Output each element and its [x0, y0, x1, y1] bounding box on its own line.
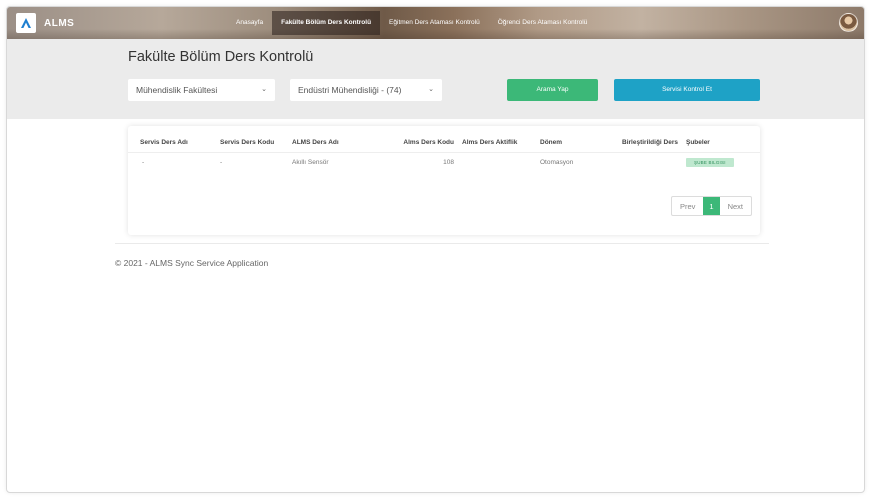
pagination: Prev 1 Next	[670, 196, 752, 216]
user-avatar[interactable]	[839, 13, 858, 32]
branch-info-badge[interactable]: ŞUBE BILGISI	[686, 157, 734, 167]
nav-item-instructor-assignment-check[interactable]: Eğitmen Ders Ataması Kontrolü	[380, 11, 489, 35]
results-card: Servis Ders Adı Servis Ders Kodu ALMS De…	[128, 126, 760, 235]
faculty-select[interactable]: Mühendislik Fakültesi ⌄	[128, 79, 275, 101]
check-service-button[interactable]: Servisi Kontrol Et	[614, 79, 760, 101]
footer-text: © 2021 - ALMS Sync Service Application	[115, 258, 269, 268]
column-header: Birleştirildiği Ders	[618, 126, 682, 153]
page-title: Fakülte Bölüm Ders Kontrolü	[128, 49, 314, 65]
main-menu: Anasayfa Fakülte Bölüm Ders Kontrolü Eği…	[227, 7, 596, 39]
results-table: Servis Ders Adı Servis Ders Kodu ALMS De…	[128, 126, 760, 172]
column-header: ALMS Ders Adı	[288, 126, 388, 153]
table-header-row: Servis Ders Adı Servis Ders Kodu ALMS De…	[128, 126, 760, 153]
faculty-select-value: Mühendislik Fakültesi	[136, 85, 218, 95]
table-row: - - Akıllı Sensör 108 Otomasyon ŞUBE BIL…	[128, 152, 760, 172]
pagination-page-current[interactable]: 1	[703, 197, 720, 215]
cell-servis-ders-kodu: -	[220, 158, 223, 166]
cell-servis-ders-adi: -	[142, 158, 145, 166]
cell-alms-ders-adi: Akıllı Sensör	[292, 158, 329, 166]
search-button[interactable]: Arama Yap	[507, 79, 598, 101]
nav-item-home[interactable]: Anasayfa	[227, 11, 272, 35]
column-header: Şubeler	[682, 126, 760, 153]
cell-alms-ders-kodu: 108	[443, 158, 454, 166]
cell-birlestirildigi-ders	[618, 152, 682, 172]
column-header: Alms Ders Aktiflik	[458, 126, 536, 153]
chevron-down-icon: ⌄	[261, 86, 267, 93]
brand-name: ALMS	[44, 17, 75, 29]
nav-item-faculty-course-check[interactable]: Fakülte Bölüm Ders Kontrolü	[272, 11, 381, 35]
department-select-value: Endüstri Mühendisliği - (74)	[298, 85, 402, 95]
filter-header: Fakülte Bölüm Ders Kontrolü Mühendislik …	[7, 39, 864, 119]
column-header: Alms Ders Kodu	[388, 126, 458, 153]
pagination-next[interactable]: Next	[720, 197, 751, 215]
brand[interactable]: ALMS	[16, 13, 74, 33]
department-select[interactable]: Endüstri Mühendisliği - (74) ⌄	[290, 79, 442, 101]
column-header: Dönem	[536, 126, 618, 153]
chevron-down-icon: ⌄	[428, 86, 434, 93]
cell-donem: Otomasyon	[540, 158, 574, 166]
cell-alms-ders-aktiflik	[458, 152, 536, 172]
nav-item-student-assignment-check[interactable]: Öğrenci Ders Ataması Kontrolü	[489, 11, 597, 35]
column-header: Servis Ders Adı	[128, 126, 216, 153]
column-header: Servis Ders Kodu	[216, 126, 288, 153]
app-window: ALMS Anasayfa Fakülte Bölüm Ders Kontrol…	[6, 6, 865, 493]
cell-subeler: ŞUBE BILGISI	[682, 152, 760, 172]
pagination-prev[interactable]: Prev	[672, 197, 703, 215]
footer-divider	[115, 243, 769, 244]
top-navbar: ALMS Anasayfa Fakülte Bölüm Ders Kontrol…	[7, 7, 864, 39]
alms-logo-icon	[16, 13, 36, 33]
